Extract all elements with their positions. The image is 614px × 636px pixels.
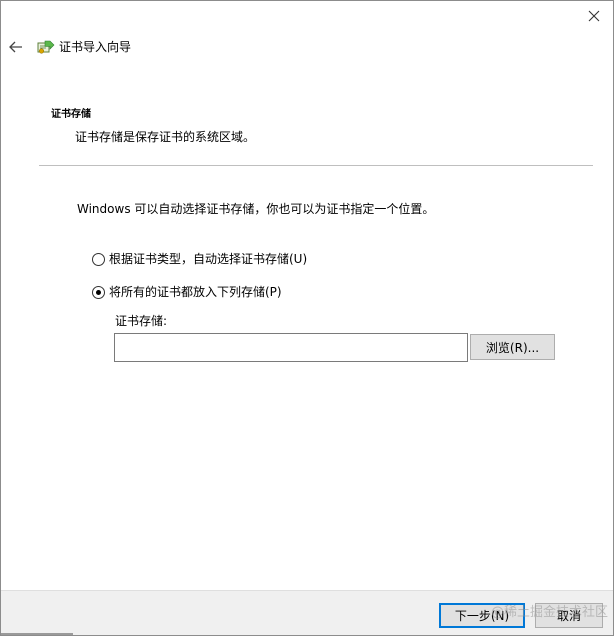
back-button[interactable]	[5, 36, 27, 58]
certificate-icon	[37, 40, 55, 54]
auto-select-store-label: 根据证书类型，自动选择证书存储(U)	[109, 252, 308, 266]
browse-button[interactable]: 浏览(R)...	[470, 334, 555, 360]
certificate-store-field[interactable]	[114, 333, 468, 362]
section-heading: 证书存储	[51, 109, 91, 120]
close-icon	[588, 10, 600, 22]
intro-text: Windows 可以自动选择证书存储，你也可以为证书指定一个位置。	[77, 202, 435, 216]
auto-select-store-radio[interactable]	[92, 252, 105, 266]
place-in-store-option[interactable]: 将所有的证书都放入下列存储(P)	[92, 284, 282, 300]
bottom-edge-line	[1, 633, 73, 635]
certificate-store-label: 证书存储:	[115, 314, 168, 328]
close-button[interactable]	[577, 3, 611, 29]
header-divider	[39, 165, 593, 166]
place-in-store-radio[interactable]	[92, 285, 105, 299]
next-button[interactable]: 下一步(N)	[439, 603, 525, 628]
auto-select-store-option[interactable]: 根据证书类型，自动选择证书存储(U)	[92, 251, 307, 267]
section-description: 证书存储是保存证书的系统区域。	[75, 130, 256, 144]
wizard-title: 证书导入向导	[59, 40, 132, 54]
place-in-store-label: 将所有的证书都放入下列存储(P)	[109, 285, 282, 299]
cancel-button[interactable]: 取消	[535, 603, 603, 628]
certificate-import-wizard-window: 证书导入向导 证书存储 证书存储是保存证书的系统区域。 Windows 可以自动…	[0, 0, 614, 636]
back-arrow-icon	[9, 41, 22, 53]
